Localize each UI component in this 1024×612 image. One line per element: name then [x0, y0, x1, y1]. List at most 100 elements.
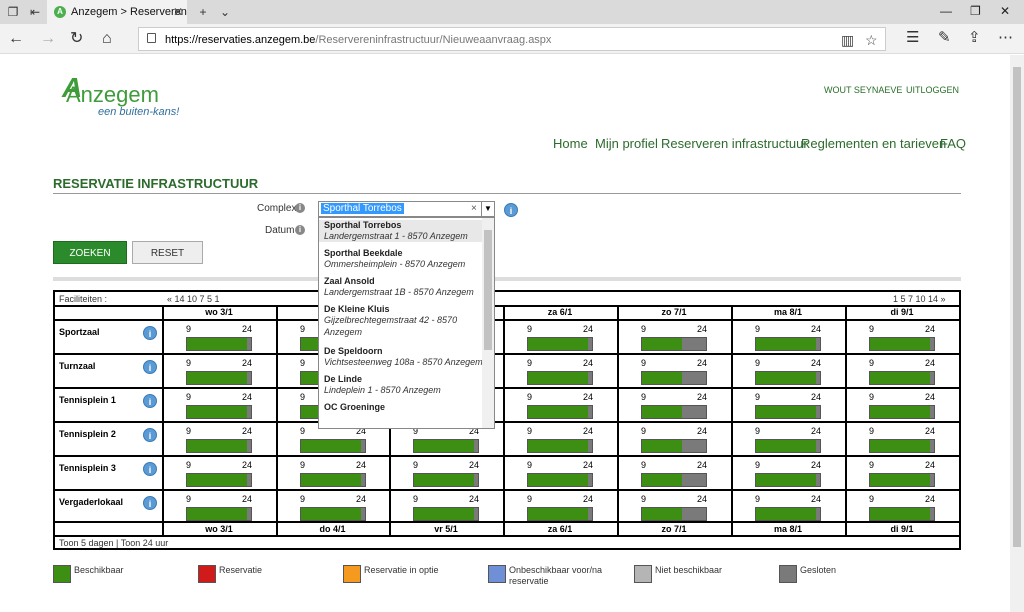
availability-bar[interactable]: [527, 439, 593, 453]
availability-bar[interactable]: [413, 507, 479, 521]
next-page-links[interactable]: 1 5 7 10 14 »: [893, 294, 946, 304]
availability-cell[interactable]: 9 24: [845, 457, 959, 490]
dropdown-scrollbar[interactable]: [482, 218, 494, 428]
availability-cell[interactable]: 9 24: [503, 457, 617, 490]
availability-bar[interactable]: [869, 371, 935, 385]
complex-dropdown-list[interactable]: Sporthal Torrebos Landergemstraat 1 - 857…: [318, 217, 495, 429]
availability-bar[interactable]: [186, 507, 252, 521]
complex-select[interactable]: Sporthal Torrebos × ▼: [318, 201, 495, 217]
more-icon[interactable]: ⋯: [998, 28, 1013, 46]
availability-cell[interactable]: 9 24: [503, 389, 617, 422]
availability-cell[interactable]: 9 24: [845, 423, 959, 456]
availability-cell[interactable]: 9 24: [162, 321, 276, 354]
availability-bar[interactable]: [186, 337, 252, 351]
availability-bar[interactable]: [186, 439, 252, 453]
facility-info-icon[interactable]: i: [143, 326, 157, 340]
dropdown-option[interactable]: OC Groeninge: [319, 402, 483, 412]
dropdown-option[interactable]: Sporthal Torrebos Landergemstraat 1 - 857…: [319, 220, 483, 242]
logout-link[interactable]: UITLOGGEN: [906, 85, 959, 95]
back-icon[interactable]: ←: [8, 30, 24, 48]
availability-bar[interactable]: [755, 473, 821, 487]
availability-bar[interactable]: [641, 371, 707, 385]
availability-bar[interactable]: [527, 473, 593, 487]
restore-icon[interactable]: ❐: [970, 4, 981, 18]
reading-view-icon[interactable]: ▥: [841, 32, 854, 49]
availability-cell[interactable]: 9 24: [503, 321, 617, 354]
nav-profile[interactable]: Mijn profiel: [595, 136, 658, 151]
grid-footer-links[interactable]: Toon 5 dagen | Toon 24 uur: [59, 538, 168, 548]
nav-rules[interactable]: Reglementen en tarieven: [801, 136, 946, 151]
facility-info-icon[interactable]: i: [143, 394, 157, 408]
set-aside-tabs-icon[interactable]: ⇤: [28, 5, 42, 19]
availability-cell[interactable]: 9 24: [617, 321, 731, 354]
complex-help-icon[interactable]: i: [504, 203, 518, 217]
refresh-icon[interactable]: ↻: [70, 30, 83, 48]
availability-cell[interactable]: 9 24: [731, 389, 845, 422]
availability-bar[interactable]: [413, 439, 479, 453]
nav-home[interactable]: Home: [553, 136, 588, 151]
availability-bar[interactable]: [300, 439, 366, 453]
chevron-down-icon[interactable]: ⌄: [218, 5, 232, 19]
dropdown-option[interactable]: De Speldoorn Vichtsesteenweg 108a - 8570 …: [319, 346, 483, 368]
forward-icon[interactable]: →: [40, 30, 56, 48]
facility-info-icon[interactable]: i: [143, 496, 157, 510]
availability-cell[interactable]: 9 24: [162, 423, 276, 456]
availability-cell[interactable]: 9 24: [731, 457, 845, 490]
user-link[interactable]: WOUT SEYNAEVE: [824, 85, 902, 95]
availability-bar[interactable]: [755, 405, 821, 419]
availability-cell[interactable]: 9 24: [845, 321, 959, 354]
availability-bar[interactable]: [186, 473, 252, 487]
availability-bar[interactable]: [869, 405, 935, 419]
dropdown-scroll-thumb[interactable]: [484, 230, 492, 350]
availability-cell[interactable]: 9 24: [845, 389, 959, 422]
availability-cell[interactable]: 9 24: [503, 491, 617, 524]
availability-bar[interactable]: [186, 405, 252, 419]
availability-cell[interactable]: 9 24: [617, 355, 731, 388]
dropdown-option[interactable]: De Linde Lindeplein 1 - 8570 Anzegem: [319, 374, 483, 396]
close-tab-icon[interactable]: ✕: [173, 5, 183, 19]
availability-cell[interactable]: 9 24: [503, 355, 617, 388]
availability-cell[interactable]: 9 24: [731, 321, 845, 354]
facility-info-icon[interactable]: i: [143, 428, 157, 442]
scrollbar-thumb[interactable]: [1013, 67, 1021, 547]
complex-info-icon[interactable]: i: [295, 203, 305, 213]
search-button[interactable]: ZOEKEN: [53, 241, 127, 264]
pen-icon[interactable]: ✎: [938, 28, 951, 46]
favorite-star-icon[interactable]: ☆: [865, 32, 878, 49]
availability-bar[interactable]: [186, 371, 252, 385]
clear-icon[interactable]: ×: [471, 203, 477, 214]
availability-bar[interactable]: [869, 439, 935, 453]
availability-bar[interactable]: [755, 507, 821, 521]
availability-bar[interactable]: [300, 507, 366, 521]
availability-bar[interactable]: [869, 507, 935, 521]
availability-bar[interactable]: [413, 473, 479, 487]
availability-cell[interactable]: 9 24: [731, 423, 845, 456]
availability-bar[interactable]: [527, 337, 593, 351]
availability-cell[interactable]: 9 24: [162, 389, 276, 422]
minimize-icon[interactable]: —: [940, 4, 952, 18]
availability-bar[interactable]: [755, 337, 821, 351]
nav-reserve[interactable]: Reserveren infrastructuur: [661, 136, 808, 151]
availability-bar[interactable]: [755, 371, 821, 385]
availability-cell[interactable]: 9 24: [845, 491, 959, 524]
availability-cell[interactable]: 9 24: [503, 423, 617, 456]
availability-cell[interactable]: 9 24: [276, 457, 390, 490]
availability-cell[interactable]: 9 24: [389, 457, 503, 490]
dropdown-option[interactable]: Zaal Ansold Landergemstraat 1B - 8570 Anz…: [319, 276, 483, 298]
availability-cell[interactable]: 9 24: [162, 355, 276, 388]
availability-cell[interactable]: 9 24: [617, 457, 731, 490]
prev-page-links[interactable]: « 14 10 7 5 1: [167, 294, 220, 304]
availability-bar[interactable]: [641, 337, 707, 351]
nav-faq[interactable]: FAQ: [940, 136, 966, 151]
dropdown-option[interactable]: De Kleine Kluis Gijzelbrechtegemstraat 42…: [319, 304, 483, 338]
date-info-icon[interactable]: i: [295, 225, 305, 235]
close-window-icon[interactable]: ✕: [1000, 4, 1010, 18]
availability-cell[interactable]: 9 24: [617, 389, 731, 422]
availability-bar[interactable]: [641, 405, 707, 419]
availability-bar[interactable]: [300, 473, 366, 487]
availability-bar[interactable]: [527, 371, 593, 385]
page-scrollbar[interactable]: [1010, 55, 1024, 612]
availability-bar[interactable]: [869, 473, 935, 487]
availability-cell[interactable]: 9 24: [389, 491, 503, 524]
home-icon[interactable]: ⌂: [102, 30, 112, 48]
